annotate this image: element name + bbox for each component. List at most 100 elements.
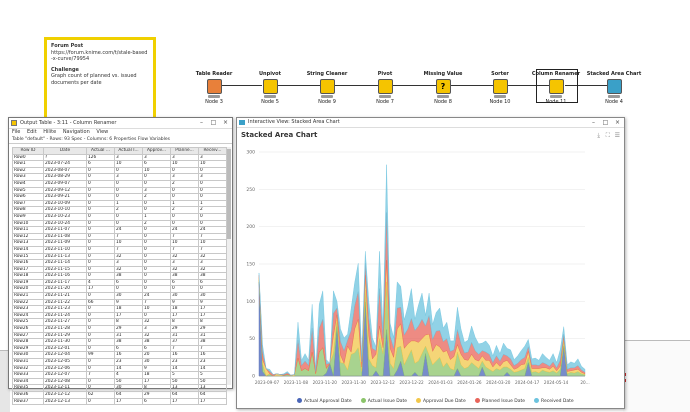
row-id-cell[interactable]: Row18 [12, 272, 44, 280]
output-tabs[interactable]: Table "default" - Rows: 93 Spec - Column… [9, 136, 232, 144]
table-cell[interactable]: 6 [114, 278, 143, 287]
node-sorter[interactable]: Sorter Node 10 [470, 71, 530, 105]
table-row[interactable]: Row12 2023-11-08 0 7 0 7 7 [12, 232, 227, 241]
table-cell[interactable]: 0 [142, 173, 171, 181]
table-cell[interactable]: 2023-11-16 [43, 272, 87, 280]
table-cell[interactable]: 0 [142, 252, 171, 261]
row-id-cell[interactable]: Row20 [12, 285, 44, 294]
table-cell[interactable]: 7 [198, 344, 227, 353]
menu-item-navigation[interactable]: Navigation [63, 129, 90, 135]
table-cell[interactable]: 17 [198, 311, 227, 320]
table-cell[interactable]: 0 [86, 292, 115, 300]
table-cell[interactable]: 7 [170, 344, 199, 353]
output-table-window[interactable]: Output Table - 3:11 - Column Renamer – □… [8, 117, 233, 406]
table-cell[interactable]: 0 [142, 239, 171, 247]
table-cell[interactable]: 24 [142, 292, 171, 300]
table-cell[interactable]: 3 [114, 173, 143, 181]
row-id-cell[interactable]: Row17 [12, 265, 44, 274]
table-cell[interactable]: 3 [170, 153, 199, 162]
table-cell[interactable]: 3 [142, 153, 171, 162]
table-cell[interactable]: 2023-07-24 [43, 160, 87, 168]
table-row[interactable]: Row7 2023-10-09 0 1 0 1 1 [12, 199, 227, 208]
table-cell[interactable]: 0 [170, 166, 199, 175]
table-cell[interactable]: 6 [86, 160, 115, 168]
row-id-cell[interactable]: Row27 [12, 331, 44, 340]
table-cell[interactable]: 16 [170, 351, 199, 359]
table-cell[interactable]: 32 [170, 252, 199, 261]
table-row[interactable]: Row30 2023-12-04 99 16 20 16 16 [12, 351, 227, 359]
table-cell[interactable]: 2023-11-24 [43, 311, 87, 320]
table-cell[interactable]: 17 [198, 305, 227, 313]
table-cell[interactable]: 99 [86, 351, 115, 359]
table-cell[interactable]: 2023-12-05 [43, 358, 87, 366]
table-cell[interactable]: 14 [198, 364, 227, 373]
table-cell[interactable]: 32 [114, 265, 143, 274]
table-cell[interactable]: 0 [86, 384, 115, 392]
table-row[interactable]: Row18 2023-11-16 0 38 0 38 38 [12, 272, 227, 280]
table-cell[interactable]: 9 [198, 298, 227, 307]
table-cell[interactable]: 3 [142, 186, 171, 195]
table-cell[interactable]: 0 [114, 179, 143, 188]
row-id-cell[interactable]: Row32 [12, 364, 44, 373]
table-row[interactable]: Row19 2023-11-17 4 6 0 6 6 [12, 278, 227, 287]
table-cell[interactable]: 32 [198, 265, 227, 274]
table-cell[interactable]: 9 [142, 364, 171, 373]
row-id-cell[interactable]: Row10 [12, 219, 44, 228]
table-cell[interactable]: 0 [142, 278, 171, 287]
table-cell[interactable]: 2023-11-23 [43, 305, 87, 313]
row-id-cell[interactable]: Row34 [12, 377, 44, 386]
table-cell[interactable]: 10 [170, 239, 199, 247]
table-cell[interactable]: 31 [114, 331, 143, 340]
table-cell[interactable]: 0 [86, 272, 115, 280]
table-cell[interactable]: 50 [198, 377, 227, 386]
table-cell[interactable]: 0 [142, 199, 171, 208]
row-id-cell[interactable]: Row6 [12, 193, 44, 201]
table-cell[interactable]: 0 [198, 186, 227, 195]
table-cell[interactable]: 7 [170, 232, 199, 241]
table-cell[interactable]: 17 [170, 311, 199, 320]
row-id-cell[interactable]: Row22 [12, 298, 44, 307]
table-cell[interactable]: 10 [170, 160, 199, 168]
table-row[interactable]: Row15 2023-11-13 0 32 0 32 32 [12, 252, 227, 261]
table-cell[interactable]: 0 [86, 186, 115, 195]
table-cell[interactable]: 7 [86, 371, 115, 379]
table-cell[interactable]: 0 [114, 193, 143, 201]
table-cell[interactable]: 0 [86, 179, 115, 188]
table-cell[interactable]: 8 [114, 318, 143, 327]
table-cell[interactable]: 30 [170, 292, 199, 300]
table-cell[interactable]: 5 [198, 371, 227, 379]
table-cell[interactable]: 0 [114, 285, 143, 294]
table-row[interactable]: Row0? 126 3 3 3 3 [12, 153, 227, 162]
table-cell[interactable]: 1 [114, 199, 143, 208]
row-id-cell[interactable]: Row15 [12, 252, 44, 261]
table-cell[interactable]: 0 [198, 285, 227, 294]
node-string-cleaner[interactable]: String Cleaner Node 9 [297, 71, 357, 105]
row-id-cell[interactable]: Row21 [12, 292, 44, 300]
table-cell[interactable]: 64 [114, 390, 143, 399]
node-unpivot[interactable]: Unpivot Node 5 [240, 71, 300, 105]
table-cell[interactable]: 2 [142, 219, 171, 228]
table-cell[interactable]: 2023-11-29 [43, 331, 87, 340]
table-cell[interactable]: 29 [142, 390, 171, 399]
row-id-cell[interactable]: Row14 [12, 245, 44, 254]
table-cell[interactable]: 2023-11-08 [43, 232, 87, 241]
table-cell[interactable]: 6 [142, 160, 171, 168]
table-cell[interactable]: 38 [198, 272, 227, 280]
table-cell[interactable]: 17 [170, 397, 199, 406]
table-cell[interactable]: 31 [198, 331, 227, 340]
table-row[interactable]: Row2 2023-08-07 0 0 10 0 0 [12, 166, 227, 175]
table-cell[interactable]: 3 [114, 259, 143, 267]
legend-item[interactable]: Actual Issue Date [360, 398, 407, 404]
table-row[interactable]: Row14 2023-11-10 0 7 0 7 7 [12, 245, 227, 254]
row-id-cell[interactable]: Row37 [12, 397, 44, 406]
table-cell[interactable]: 0 [86, 318, 115, 327]
table-cell[interactable]: 66 [86, 298, 115, 307]
table-row[interactable]: Row25 2023-11-27 0 8 32 8 8 [12, 318, 227, 327]
table-cell[interactable]: 2023-11-07 [43, 226, 87, 234]
table-cell[interactable]: 32 [198, 252, 227, 261]
table-row[interactable]: Row28 2023-11-30 0 38 38 37 38 [12, 338, 227, 346]
table-cell[interactable]: 18 [142, 371, 171, 379]
table-cell[interactable]: 0 [86, 245, 115, 254]
table-row[interactable]: Row23 2023-11-23 0 18 10 18 17 [12, 305, 227, 313]
table-row[interactable]: Row26 2023-11-28 0 29 3 29 29 [12, 325, 227, 333]
